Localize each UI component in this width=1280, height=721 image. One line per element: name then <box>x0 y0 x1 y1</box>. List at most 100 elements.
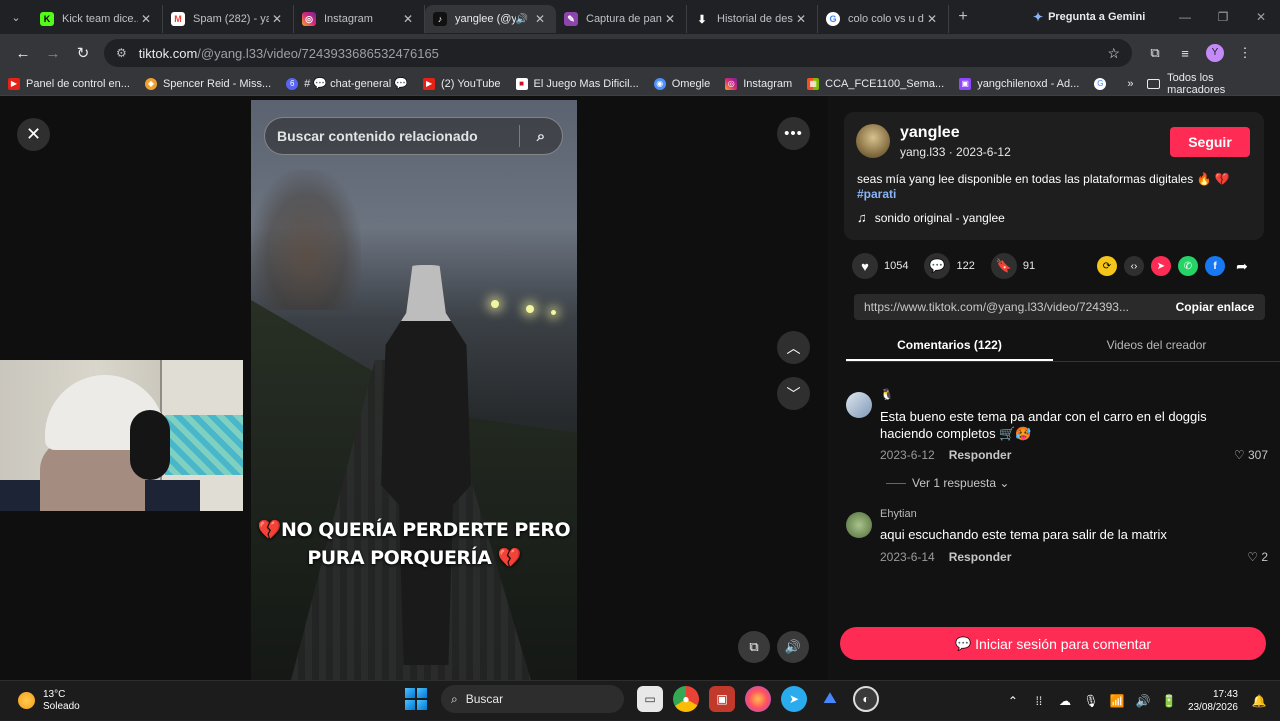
microphone-icon[interactable]: 🎙 <box>1078 694 1104 708</box>
tray-grid-icon[interactable]: ⁞⁞ <box>1026 694 1052 708</box>
tab-instagram[interactable]: ◎ Instagram ✕ <box>294 5 425 33</box>
commenter-name[interactable]: 🐧 <box>880 388 894 401</box>
close-tab-icon[interactable]: ✕ <box>138 12 154 26</box>
more-menu-icon[interactable]: ⋮ <box>1230 45 1260 61</box>
weather-widget[interactable]: 13°C Soleado <box>18 689 178 713</box>
close-tab-icon[interactable]: ✕ <box>793 12 809 26</box>
login-to-comment-button[interactable]: 💬 Iniciar sesión para comentar <box>840 627 1266 660</box>
comment-button[interactable]: 💬 122 <box>924 253 975 279</box>
share-arrow-icon[interactable]: ➦ <box>1232 256 1252 276</box>
tab-comments[interactable]: Comentarios (122) <box>846 329 1053 361</box>
media-control-icon[interactable]: ≡ <box>1170 46 1200 61</box>
tab-gmail[interactable]: M Spam (282) - ya ✕ <box>163 5 294 33</box>
commenter-avatar[interactable] <box>846 512 872 538</box>
bookmark-item[interactable]: ▶ (2) YouTube <box>423 77 501 90</box>
hashtag-link[interactable]: #parati <box>857 187 1252 202</box>
gemini-button[interactable]: ✦ Pregunta a Gemini <box>1033 10 1145 24</box>
tab-downloads[interactable]: ⬇ Historial de des ✕ <box>687 5 818 33</box>
facebook-icon[interactable]: f <box>1205 256 1225 276</box>
clock[interactable]: 17:43 23/08/2026 <box>1188 688 1238 714</box>
close-tab-icon[interactable]: ✕ <box>532 12 548 26</box>
reply-button[interactable]: Responder <box>949 550 1012 564</box>
tab-creator-videos[interactable]: Videos del creador <box>1053 329 1260 361</box>
bookmark-item[interactable]: ◎ Instagram <box>725 77 792 90</box>
windows-start-icon[interactable] <box>405 688 427 710</box>
task-view-icon[interactable]: ▭ <box>637 686 663 712</box>
extensions-icon[interactable]: ⧉ <box>1140 45 1170 61</box>
bookmark-item[interactable]: ◉ Omegle <box>653 77 710 90</box>
author-name[interactable]: yanglee <box>900 124 960 142</box>
reply-button[interactable]: Responder <box>949 448 1012 462</box>
notification-bell-icon[interactable]: 🔔 <box>1246 694 1272 708</box>
save-button[interactable]: 🔖 91 <box>990 253 1035 279</box>
close-tab-icon[interactable]: ✕ <box>924 12 940 26</box>
chevron-up-icon[interactable]: ⌃ <box>1000 694 1026 708</box>
firefox-icon[interactable] <box>745 686 771 712</box>
tab-google[interactable]: G colo colo vs u d ✕ <box>818 5 949 33</box>
related-search-input[interactable]: Buscar contenido relacionado ⌕ <box>264 117 563 155</box>
whatsapp-icon[interactable]: ✆ <box>1178 256 1198 276</box>
back-arrow-icon[interactable]: ← <box>8 45 38 62</box>
bookmark-item[interactable]: ◆ Spencer Reid - Miss... <box>144 77 271 90</box>
nordvpn-icon[interactable]: ⛰ <box>817 686 843 712</box>
volume-button[interactable]: 🔊 <box>777 631 809 663</box>
tab-search-chevron-icon[interactable]: ⌄ <box>0 0 32 34</box>
bookmark-item[interactable]: ■ El Juego Mas Dificil... <box>515 77 639 90</box>
audio-playing-icon[interactable]: 🔊 <box>516 14 528 25</box>
commenter-avatar[interactable] <box>846 392 872 418</box>
sound-link[interactable]: ♫ sonido original - yanglee <box>857 210 1005 225</box>
chrome-icon[interactable]: ● <box>673 686 699 712</box>
close-tab-icon[interactable]: ✕ <box>269 12 285 26</box>
search-icon[interactable]: ⌕ <box>520 128 562 145</box>
send-icon[interactable]: ➤ <box>1151 256 1171 276</box>
minimize-icon[interactable]: — <box>1166 10 1204 24</box>
speaker-icon[interactable]: 🔊 <box>1130 694 1156 708</box>
comment-like-button[interactable]: ♡ 2 <box>1247 550 1268 564</box>
copy-link-button[interactable]: Copiar enlace <box>1165 300 1265 314</box>
wifi-icon[interactable]: 📶 <box>1104 694 1130 708</box>
office-icon[interactable]: ▣ <box>709 686 735 712</box>
all-bookmarks-button[interactable]: Todos los marcadores <box>1147 72 1272 96</box>
maximize-icon[interactable]: ❐ <box>1204 10 1242 24</box>
bookmark-item[interactable]: ▣ yangchilenoxd - Ad... <box>959 77 1079 90</box>
more-bookmarks-icon[interactable]: » <box>1127 78 1133 90</box>
close-window-icon[interactable]: ✕ <box>1242 10 1280 24</box>
bookmark-item[interactable]: 6 # 💬 chat-general 💬 <box>286 77 408 90</box>
floating-player-button[interactable]: ⧉ <box>738 631 770 663</box>
close-tab-icon[interactable]: ✕ <box>400 12 416 26</box>
more-options-button[interactable]: ••• <box>777 117 810 150</box>
view-replies-button[interactable]: Ver 1 respuesta ⌄ <box>886 476 1009 490</box>
video-frame[interactable] <box>251 100 577 680</box>
reload-icon[interactable]: ↻ <box>68 44 98 62</box>
tab-kick[interactable]: K Kick team dice... ✕ <box>32 5 163 33</box>
bookmark-item[interactable]: ▦ CCA_FCE1100_Sema... <box>807 77 944 90</box>
obs-icon[interactable]: ◐ <box>853 686 879 712</box>
author-avatar[interactable] <box>856 124 890 158</box>
commenter-name[interactable]: Ehytian <box>880 508 917 520</box>
comment-like-button[interactable]: ♡ 307 <box>1234 448 1268 462</box>
address-bar[interactable]: ⚙ tiktok.com/@yang.l33/video/72439336865… <box>104 39 1132 67</box>
follow-button[interactable]: Seguir <box>1170 127 1250 157</box>
like-button[interactable]: ♥ 1054 <box>852 253 908 279</box>
new-tab-button[interactable]: + <box>949 8 977 26</box>
previous-video-button[interactable]: ︿ <box>777 331 810 364</box>
site-settings-icon[interactable]: ⚙ <box>116 46 127 60</box>
telegram-icon[interactable]: ➤ <box>781 686 807 712</box>
close-video-button[interactable]: ✕ <box>17 118 50 151</box>
embed-icon[interactable]: ‹› <box>1124 256 1144 276</box>
forward-arrow-icon[interactable]: → <box>38 45 68 62</box>
onedrive-icon[interactable]: ☁ <box>1052 694 1078 708</box>
bookmark-star-icon[interactable]: ☆ <box>1107 45 1120 62</box>
bookmark-item[interactable]: ▶ Panel de control en... <box>8 77 130 90</box>
repost-icon[interactable]: ⟳ <box>1097 256 1117 276</box>
bookmark-item-google[interactable]: G <box>1094 77 1112 90</box>
share-url[interactable]: https://www.tiktok.com/@yang.l33/video/7… <box>854 300 1165 314</box>
close-tab-icon[interactable]: ✕ <box>662 12 678 26</box>
next-video-button[interactable]: ﹀ <box>777 377 810 410</box>
tab-snipping[interactable]: ✎ Captura de pant ✕ <box>556 5 687 33</box>
taskbar-search[interactable]: ⌕ Buscar <box>441 685 624 713</box>
comment-item: 🐧 Esta bueno este tema pa andar con el c… <box>846 386 1276 506</box>
tab-tiktok[interactable]: ♪ yanglee (@y 🔊 ✕ <box>425 5 556 33</box>
battery-icon[interactable]: 🔋 <box>1156 694 1182 708</box>
profile-avatar[interactable]: Y <box>1206 44 1224 62</box>
